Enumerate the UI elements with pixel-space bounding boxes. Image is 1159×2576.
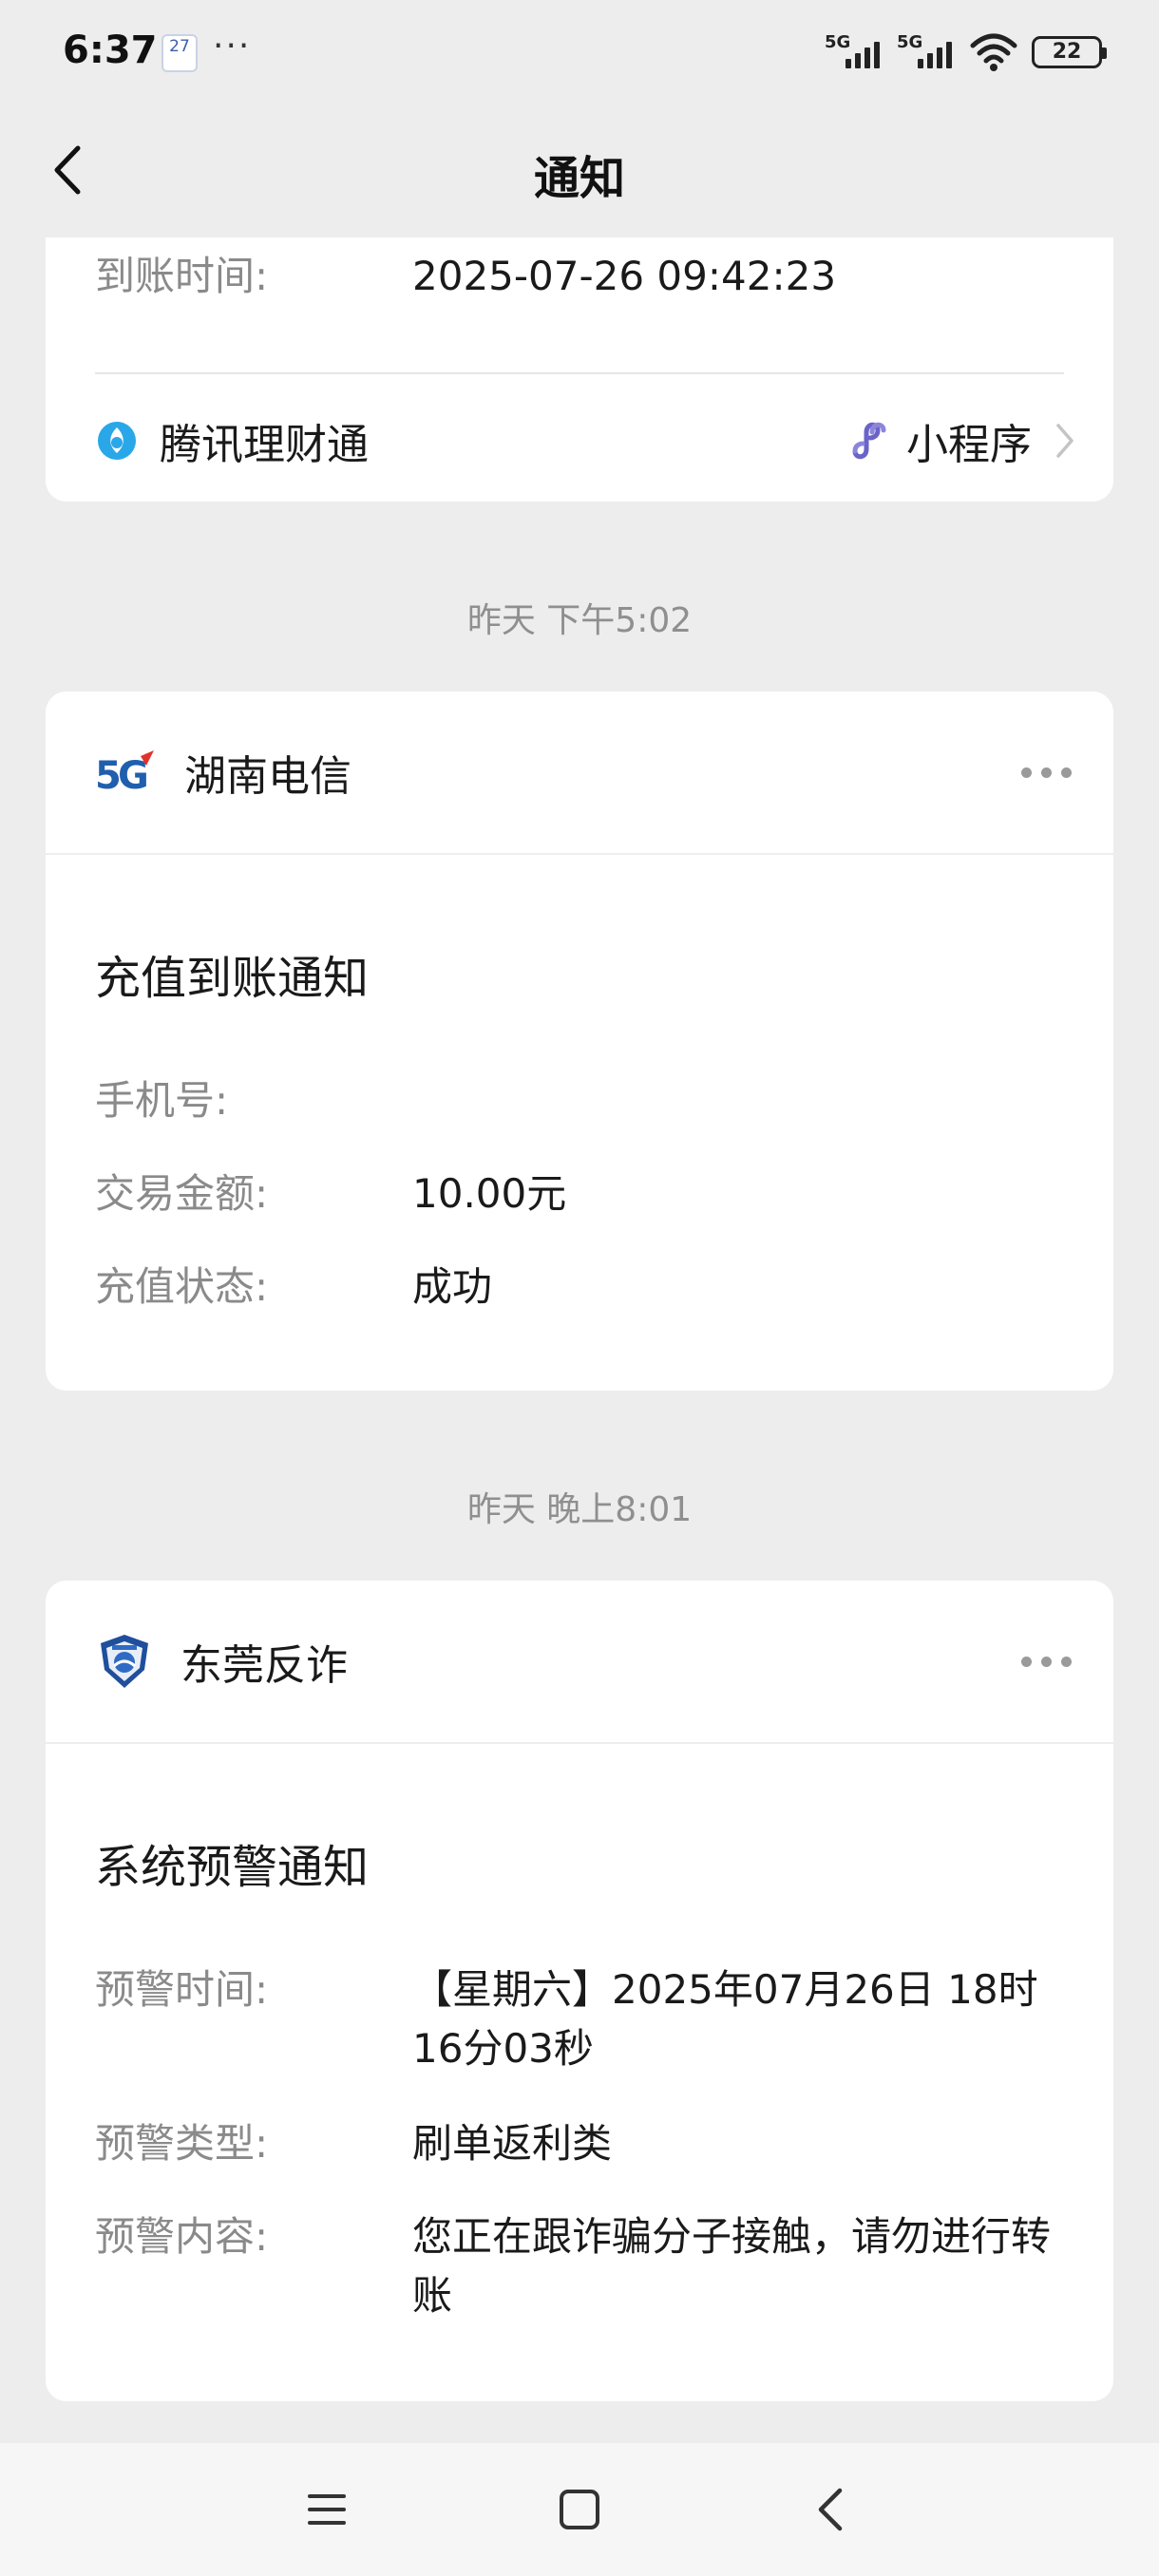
back-icon[interactable] — [794, 2472, 870, 2548]
status-time: 6:37 — [63, 28, 158, 72]
dot-icon — [1021, 767, 1032, 778]
dot-icon — [1021, 1656, 1032, 1667]
mini-program-link[interactable]: 小程序 — [846, 410, 1075, 471]
police-badge-icon — [101, 1635, 148, 1688]
telecom-message-card[interactable]: 5 G 湖南电信 充值到账通知 手机号: 交易金额: 10.00元 充值状态: … — [46, 691, 1113, 1391]
message-title: 充值到账通知 — [95, 952, 370, 1005]
battery-level: 22 — [1052, 40, 1082, 64]
detail-label: 交易金额: — [95, 1170, 269, 1217]
account-name[interactable]: 东莞反诈 — [180, 1631, 348, 1692]
more-options-button[interactable] — [1021, 767, 1072, 778]
detail-row: 预警内容: 您正在跟诈骗分子接触，请勿进行转账 — [95, 2207, 1064, 2325]
detail-row: 充值状态: 成功 — [95, 1258, 1064, 1316]
signal-label: 5G — [825, 32, 851, 52]
divider — [46, 853, 1113, 855]
detail-label: 预警时间: — [95, 1966, 269, 2013]
divider — [46, 1742, 1113, 1744]
chevron-right-icon — [1056, 424, 1074, 458]
card-header: 5 G 湖南电信 — [95, 729, 1072, 815]
licaitong-logo-icon — [98, 422, 136, 460]
dot-icon — [1061, 767, 1072, 778]
detail-row: 预警类型: 刷单返利类 — [95, 2114, 1064, 2173]
home-icon[interactable] — [542, 2472, 618, 2548]
message-timestamp: 昨天 晚上8:01 — [466, 1490, 693, 1529]
status-bar: 6:37 27 ··· 5G 5G 22 — [0, 0, 1159, 104]
divider — [95, 372, 1064, 374]
detail-label: 手机号: — [95, 1077, 229, 1124]
arrival-time-value: 2025-07-26 09:42:23 — [412, 253, 837, 299]
account-name[interactable]: 湖南电信 — [184, 742, 352, 803]
message-title: 系统预警通知 — [95, 1841, 370, 1894]
detail-label: 预警内容: — [95, 2213, 269, 2260]
card-header: 东莞反诈 — [95, 1619, 1072, 1704]
licaitong-message-card[interactable]: 到账时间: 2025-07-26 09:42:23 腾讯理财通 小程序 — [46, 237, 1113, 502]
arrival-time-row: 到账时间: 2025-07-26 09:42:23 — [95, 247, 1064, 306]
status-indicators: 5G 5G 22 — [825, 30, 1107, 74]
detail-row: 预警时间: 【星期六】2025年07月26日 18时16分03秒 — [95, 1960, 1064, 2078]
dot-icon — [1041, 767, 1052, 778]
detail-label: 预警类型: — [95, 2120, 269, 2167]
battery-icon: 22 — [1032, 36, 1107, 68]
wifi-icon — [970, 33, 1017, 71]
more-notifications-icon: ··· — [213, 27, 252, 66]
message-timestamp: 昨天 下午5:02 — [466, 601, 693, 640]
nav-bar: 通知 — [0, 104, 1159, 237]
detail-value: 刷单返利类 — [412, 2120, 613, 2167]
page-title: 通知 — [533, 152, 625, 205]
detail-label: 充值状态: — [95, 1263, 269, 1310]
calendar-icon: 27 — [162, 34, 198, 72]
arrival-time-label: 到账时间: — [95, 253, 269, 299]
detail-value: 10.00元 — [412, 1170, 567, 1217]
source-row[interactable]: 腾讯理财通 小程序 — [95, 397, 1075, 484]
detail-row: 手机号: — [95, 1071, 1064, 1130]
more-options-button[interactable] — [1021, 1656, 1072, 1667]
signal-icon: 5G — [825, 32, 884, 72]
mini-program-icon — [852, 422, 886, 460]
detail-value: 成功 — [412, 1263, 493, 1310]
calendar-day: 27 — [169, 37, 190, 56]
dot-icon — [1041, 1656, 1052, 1667]
dot-icon — [1061, 1656, 1072, 1667]
detail-row: 交易金额: 10.00元 — [95, 1165, 1064, 1223]
telecom-5g-logo-icon: 5 G — [95, 750, 154, 796]
mini-program-label: 小程序 — [906, 421, 1032, 469]
page: 6:37 27 ··· 5G 5G 22 通知 到账时间: 2025-07-26… — [0, 0, 1159, 2576]
source-name: 腾讯理财通 — [160, 421, 369, 469]
antifraud-message-card[interactable]: 东莞反诈 系统预警通知 预警时间: 【星期六】2025年07月26日 18时16… — [46, 1581, 1113, 2401]
system-nav-bar — [0, 2443, 1159, 2576]
menu-icon[interactable] — [289, 2472, 365, 2548]
detail-value: 您正在跟诈骗分子接触，请勿进行转账 — [412, 2213, 1052, 2319]
signal-icon: 5G — [897, 32, 956, 72]
detail-value: 【星期六】2025年07月26日 18时16分03秒 — [412, 1966, 1038, 2072]
signal-label: 5G — [897, 32, 923, 52]
